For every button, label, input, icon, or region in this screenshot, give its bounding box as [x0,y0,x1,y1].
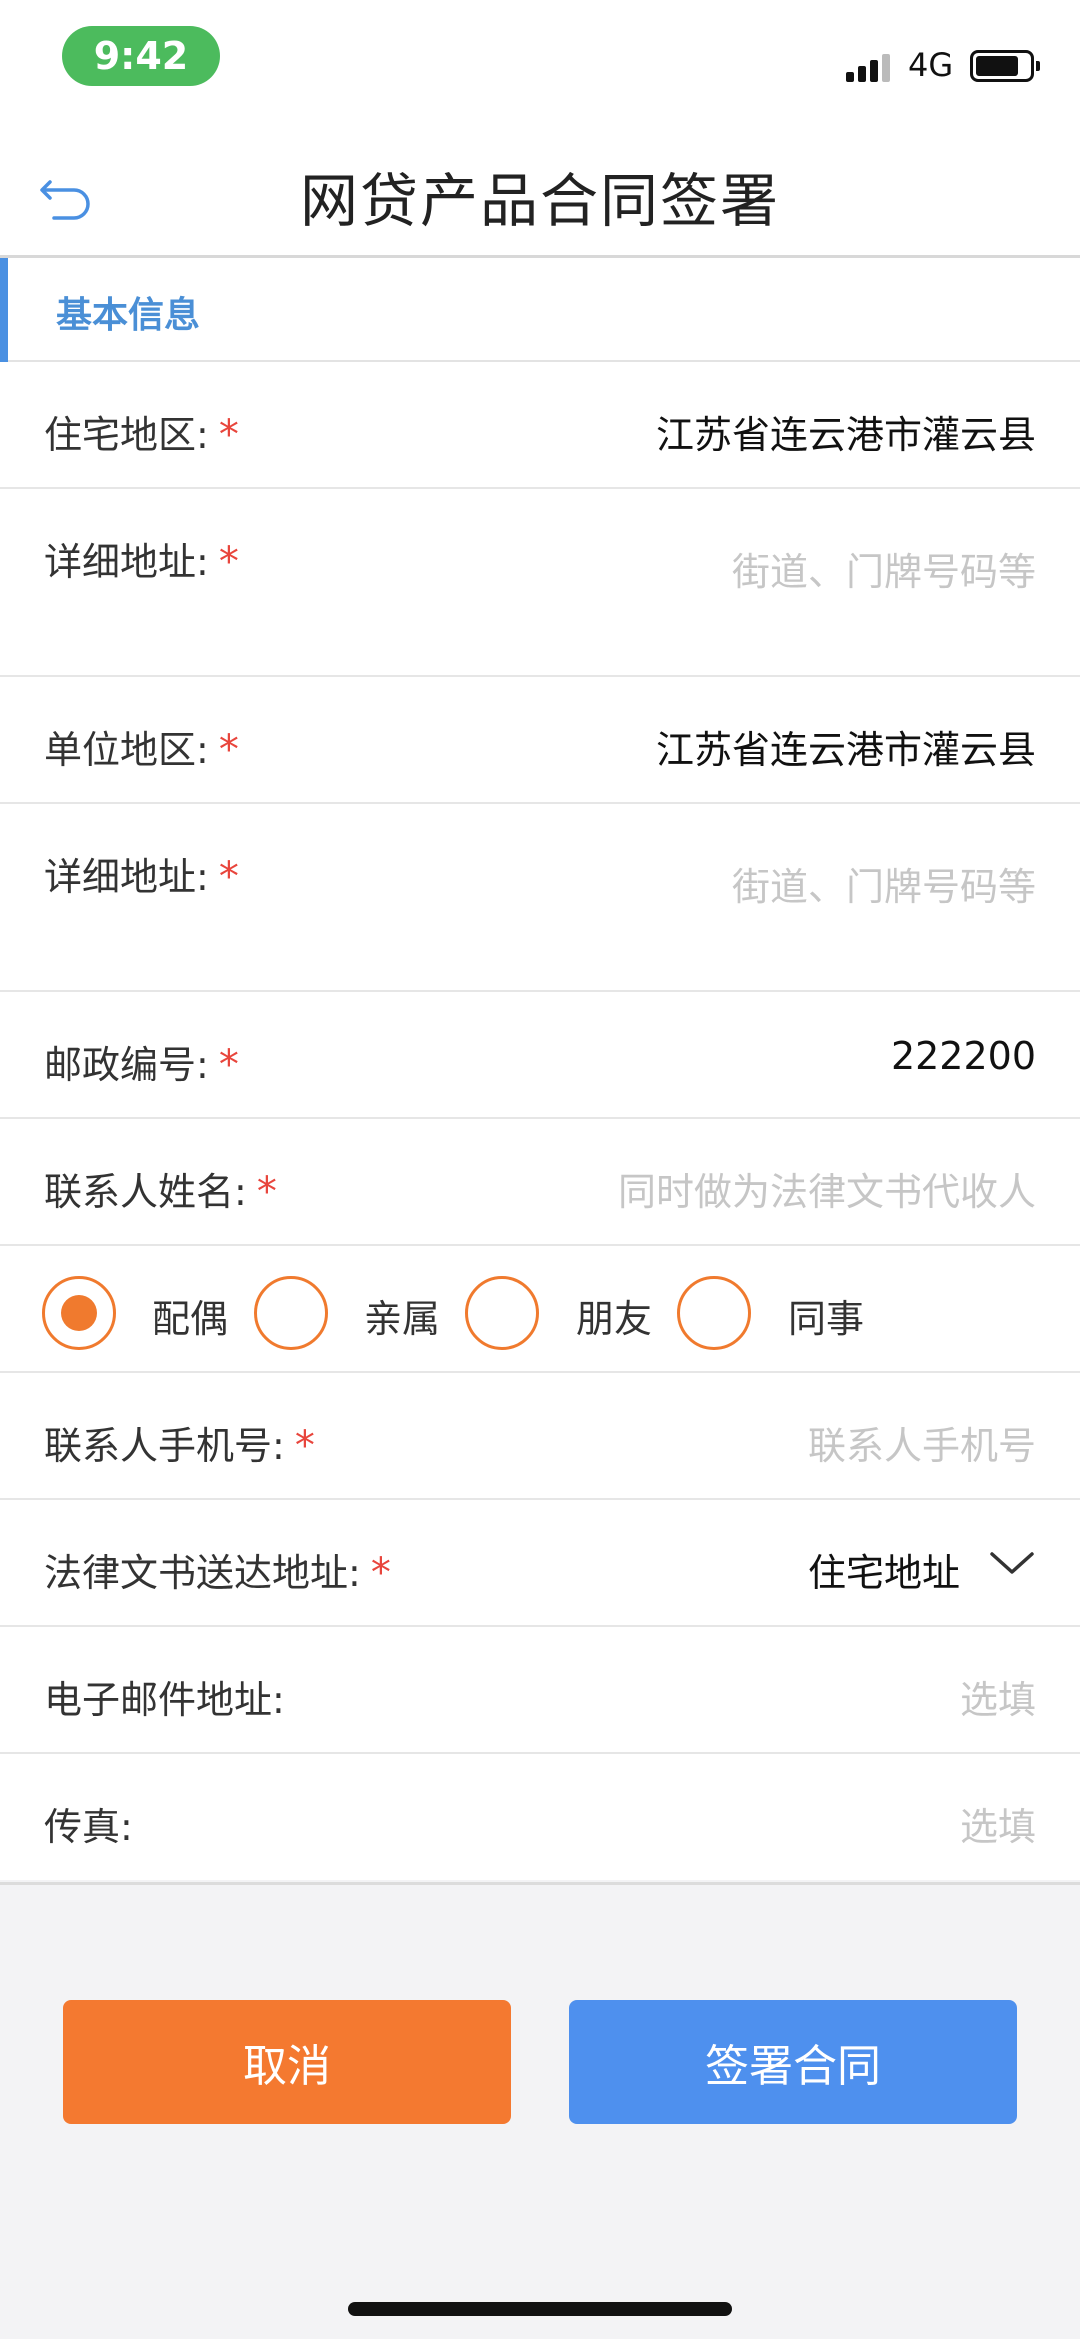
section-title: 基本信息 [56,295,201,336]
home-region-label: 住宅地区: * [44,412,239,458]
chevron-down-icon[interactable] [988,1550,1036,1578]
sign-contract-button[interactable]: 签署合同 [569,2000,1017,2124]
required-mark: * [218,412,239,458]
legal-address-row[interactable]: 法律文书送达地址: * 住宅地址 [0,1500,1080,1627]
radio-relative-label[interactable]: 亲属 [364,1288,440,1343]
contact-phone-row[interactable]: 联系人手机号: * 联系人手机号 [0,1373,1080,1500]
required-mark: * [256,1169,277,1215]
cancel-button[interactable]: 取消 [63,2000,511,2124]
required-mark: * [218,854,239,900]
radio-spouse[interactable] [42,1276,116,1350]
contract-form: 住宅地区: * 江苏省连云港市灌云县 详细地址: * 街道、门牌号码等 单位地区: *… [0,362,1080,1880]
home-address-label: 详细地址: * [44,539,239,585]
required-mark: * [370,1550,391,1596]
status-bar: 9:42 4G [0,0,1080,120]
required-mark: * [218,539,239,585]
home-region-row[interactable]: 住宅地区: * 江苏省连云港市灌云县 [0,362,1080,489]
work-address-input[interactable]: 街道、门牌号码等 [732,856,1036,911]
fax-row[interactable]: 传真: 选填 [0,1754,1080,1880]
work-address-row[interactable]: 详细地址: * 街道、门牌号码等 [0,804,1080,992]
network-type: 4G [908,46,954,84]
radio-relative[interactable] [254,1276,328,1350]
email-row[interactable]: 电子邮件地址: 选填 [0,1627,1080,1754]
required-mark: * [218,727,239,773]
work-region-value[interactable]: 江苏省连云港市灌云县 [656,719,1036,774]
work-region-label: 单位地区: * [44,727,239,773]
legal-address-select[interactable]: 住宅地址 [808,1542,960,1597]
email-label: 电子邮件地址: [44,1678,285,1722]
page-title: 网贷产品合同签署 [299,167,780,235]
legal-address-label: 法律文书送达地址: * [44,1550,391,1596]
contact-name-row[interactable]: 联系人姓名: * 同时做为法律文书代收人 [0,1119,1080,1246]
radio-friend[interactable] [465,1276,539,1350]
navigation-bar: 网贷产品合同签署 [0,120,1080,258]
email-input[interactable]: 选填 [960,1669,1036,1724]
battery-icon [970,50,1040,82]
home-address-row[interactable]: 详细地址: * 街道、门牌号码等 [0,489,1080,677]
home-region-value[interactable]: 江苏省连云港市灌云县 [656,404,1036,459]
work-address-label: 详细地址: * [44,854,239,900]
required-mark: * [218,1042,239,1088]
radio-colleague[interactable] [677,1276,751,1350]
contact-phone-input[interactable]: 联系人手机号 [808,1415,1036,1470]
required-mark: * [294,1423,315,1469]
cellular-signal-icon [846,52,896,82]
contact-name-input[interactable]: 同时做为法律文书代收人 [618,1161,1036,1216]
contact-name-label: 联系人姓名: * [44,1169,277,1215]
postal-code-row[interactable]: 邮政编号: * 222200 [0,992,1080,1119]
fax-input[interactable]: 选填 [960,1796,1036,1851]
home-address-input[interactable]: 街道、门牌号码等 [732,541,1036,596]
contact-phone-label: 联系人手机号: * [44,1423,315,1469]
postal-code-input[interactable]: 222200 [891,1034,1036,1078]
relationship-radio-group: 配偶 亲属 朋友 同事 [0,1246,1080,1373]
radio-friend-label[interactable]: 朋友 [576,1288,652,1343]
postal-code-label: 邮政编号: * [44,1042,239,1088]
fax-label: 传真: [44,1805,133,1849]
section-header: 基本信息 [0,258,1080,362]
home-indicator[interactable] [348,2302,732,2316]
status-time: 9:42 [62,26,220,86]
section-accent-bar [0,258,8,362]
radio-colleague-label[interactable]: 同事 [788,1288,864,1343]
radio-spouse-label[interactable]: 配偶 [152,1288,228,1343]
work-region-row[interactable]: 单位地区: * 江苏省连云港市灌云县 [0,677,1080,804]
